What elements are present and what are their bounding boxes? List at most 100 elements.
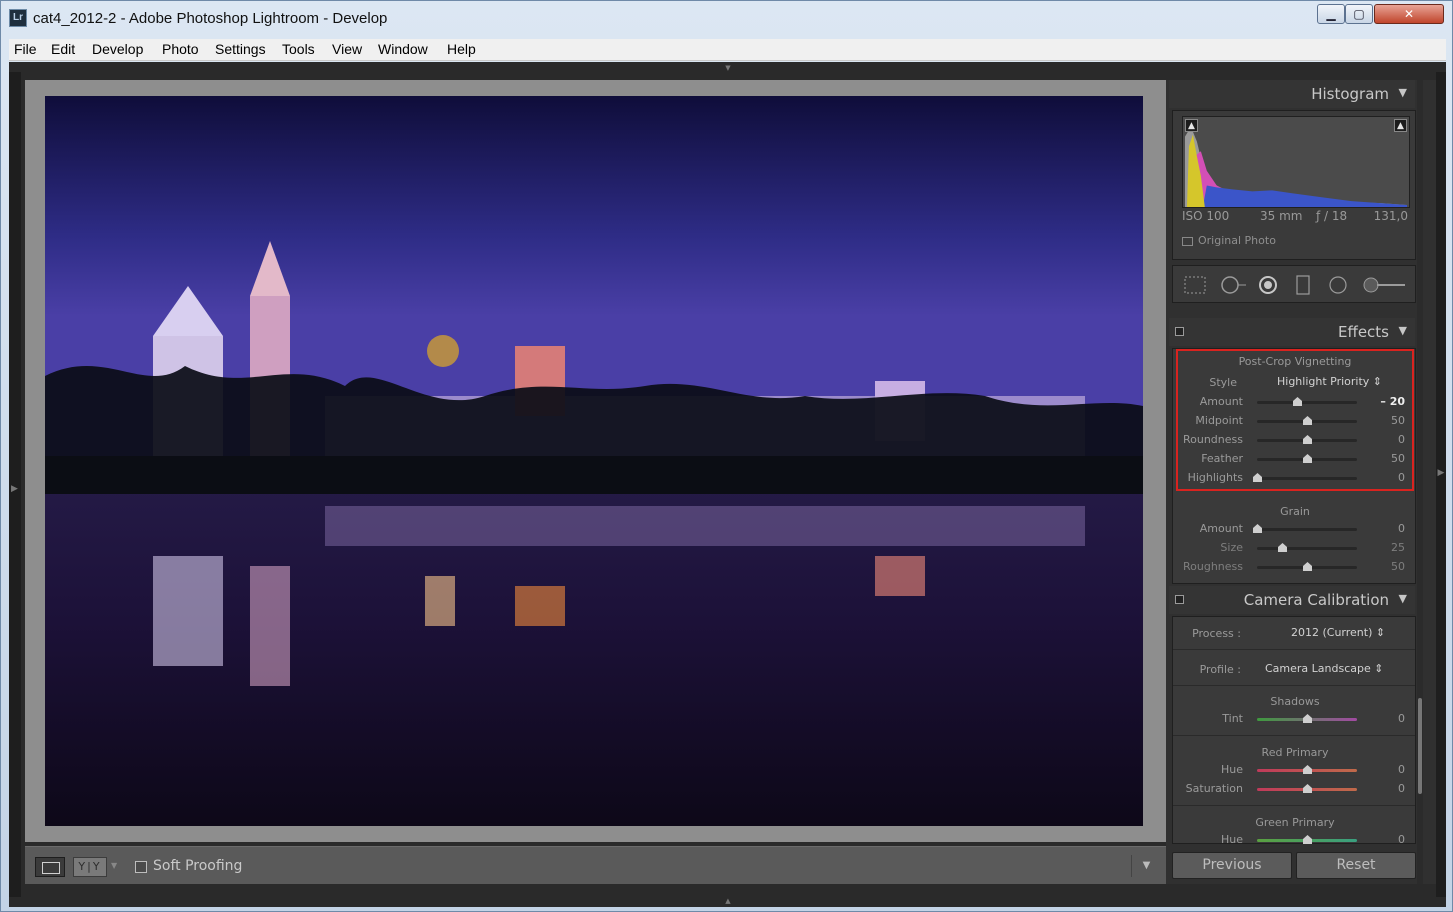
slider-label: Amount (1199, 395, 1243, 408)
lightroom-app-icon: Lr (9, 9, 27, 27)
left-panel-edge[interactable]: ▶ (9, 72, 21, 897)
slider-value[interactable]: 0 (1398, 782, 1405, 795)
slider-track[interactable] (1257, 477, 1357, 480)
aperture-value: ƒ / 18 (1316, 209, 1348, 223)
histogram-graph: ▲ ▲ (1182, 116, 1410, 208)
slider-knob[interactable] (1303, 765, 1312, 774)
shadows-title: Shadows (1270, 695, 1320, 708)
slider-knob[interactable] (1303, 714, 1312, 723)
highlight-clipping-icon[interactable]: ▲ (1394, 119, 1407, 132)
slider-knob[interactable] (1303, 454, 1312, 463)
minimize-button[interactable]: ▁ (1317, 4, 1345, 24)
slider-label: Roundness (1182, 433, 1243, 446)
before-after-view-button[interactable]: Y|Y (73, 857, 107, 877)
menu-settings[interactable]: Settings (215, 41, 266, 57)
slider-track[interactable] (1257, 547, 1357, 550)
title-bar[interactable]: Lr cat4_2012-2 - Adobe Photoshop Lightro… (1, 1, 1453, 37)
loupe-view-button[interactable] (35, 857, 65, 877)
spot-removal-icon[interactable] (1219, 275, 1247, 295)
filmstrip-collapse-icon[interactable]: ▲ (719, 897, 737, 907)
histogram-header[interactable]: Histogram ▼ (1169, 80, 1415, 108)
slider-track[interactable] (1257, 528, 1357, 531)
toolbar-options-dropdown-icon[interactable]: ▼ (1131, 855, 1161, 877)
shadows-tint-row: Tint 0 (1173, 710, 1417, 729)
vignette-style-row: Style Highlight Priority ⇕ (1173, 374, 1417, 392)
reset-button[interactable]: Reset (1296, 852, 1416, 879)
menu-bar: File Edit Develop Photo Settings Tools V… (9, 39, 1446, 61)
slider-label: Size (1220, 541, 1243, 554)
slider-value[interactable]: 0 (1398, 433, 1405, 446)
collapse-triangle-icon[interactable]: ▼ (1399, 592, 1407, 605)
menu-photo[interactable]: Photo (162, 41, 199, 57)
maximize-button[interactable]: ▢ (1345, 4, 1373, 24)
collapse-triangle-icon[interactable]: ▼ (1399, 86, 1407, 99)
style-select[interactable]: Highlight Priority ⇕ (1277, 375, 1382, 388)
slider-value[interactable]: 0 (1398, 833, 1405, 846)
slider-label: Midpoint (1195, 414, 1243, 427)
slider-knob[interactable] (1303, 835, 1312, 844)
effects-panel-switch[interactable] (1175, 327, 1184, 336)
effects-header[interactable]: Effects ▼ (1169, 318, 1415, 346)
soft-proofing-label: Soft Proofing (153, 858, 243, 874)
radial-filter-icon[interactable] (1327, 275, 1349, 295)
slider-knob[interactable] (1303, 562, 1312, 571)
camera-calibration-header[interactable]: Camera Calibration ▼ (1169, 586, 1415, 614)
slider-knob[interactable] (1253, 473, 1262, 482)
slider-value[interactable]: 0 (1398, 471, 1405, 484)
adjustment-brush-icon[interactable] (1363, 275, 1407, 295)
process-select[interactable]: 2012 (Current) ⇕ (1291, 626, 1385, 639)
previous-button[interactable]: Previous (1172, 852, 1292, 879)
menu-tools[interactable]: Tools (282, 41, 315, 57)
calibration-panel-switch[interactable] (1175, 595, 1184, 604)
slider-value[interactable]: 25 (1391, 541, 1405, 554)
vignette-feather-row: Feather 50 (1173, 450, 1417, 469)
slider-track[interactable] (1257, 401, 1357, 404)
slider-label: Saturation (1185, 782, 1243, 795)
profile-select[interactable]: Camera Landscape ⇕ (1265, 662, 1383, 675)
close-button[interactable]: ✕ (1374, 4, 1444, 24)
red-eye-icon[interactable] (1257, 275, 1279, 295)
collapse-triangle-icon[interactable]: ▼ (1399, 324, 1407, 337)
shadow-clipping-icon[interactable]: ▲ (1185, 119, 1198, 132)
photo-preview-area[interactable] (25, 80, 1167, 842)
slider-value[interactable]: 0 (1398, 763, 1405, 776)
slider-value[interactable]: 0 (1398, 522, 1405, 535)
slider-label: Feather (1201, 452, 1243, 465)
menu-file[interactable]: File (14, 41, 37, 57)
slider-value[interactable]: 50 (1391, 560, 1405, 573)
graduated-filter-icon[interactable] (1295, 275, 1311, 295)
slider-value[interactable]: 0 (1398, 712, 1405, 725)
right-panel: Histogram ▼ ▲ ▲ ISO 100 35 mm ƒ / 18 131… (1166, 80, 1436, 884)
right-panel-arrow-icon[interactable]: ▶ (1438, 468, 1445, 478)
slider-label: Amount (1199, 522, 1243, 535)
slider-knob[interactable] (1253, 524, 1262, 533)
menu-view[interactable]: View (332, 41, 362, 57)
view-dropdown-icon[interactable]: ▼ (111, 861, 117, 870)
slider-label: Hue (1220, 833, 1243, 846)
left-panel-arrow-icon[interactable]: ▶ (11, 484, 18, 494)
histogram-panel: ▲ ▲ ISO 100 35 mm ƒ / 18 131,0 Original … (1172, 110, 1416, 260)
vignette-amount-row: Amount – 20 (1173, 393, 1417, 412)
slider-value[interactable]: 50 (1391, 452, 1405, 465)
menu-develop[interactable]: Develop (92, 41, 143, 57)
soft-proofing-checkbox[interactable] (135, 861, 147, 873)
slider-knob[interactable] (1303, 416, 1312, 425)
style-label: Style (1209, 376, 1237, 389)
right-panel-edge[interactable]: ▶ (1436, 72, 1446, 897)
grain-title: Grain (1280, 505, 1310, 518)
crop-overlay-icon[interactable] (1183, 275, 1207, 295)
slider-value[interactable]: – 20 (1380, 395, 1405, 408)
right-panel-scrollbar[interactable] (1418, 698, 1422, 794)
slider-knob[interactable] (1303, 784, 1312, 793)
menu-help[interactable]: Help (447, 41, 476, 57)
slider-value[interactable]: 50 (1391, 414, 1405, 427)
top-panel-collapse-icon[interactable]: ▼ (719, 64, 737, 72)
grain-amount-row: Amount 0 (1173, 520, 1417, 539)
menu-window[interactable]: Window (378, 41, 428, 57)
slider-knob[interactable] (1303, 435, 1312, 444)
menu-edit[interactable]: Edit (51, 41, 75, 57)
red-primary-title: Red Primary (1261, 746, 1329, 759)
slider-knob[interactable] (1293, 397, 1302, 406)
slider-knob[interactable] (1278, 543, 1287, 552)
original-photo-checkbox[interactable] (1182, 237, 1193, 246)
